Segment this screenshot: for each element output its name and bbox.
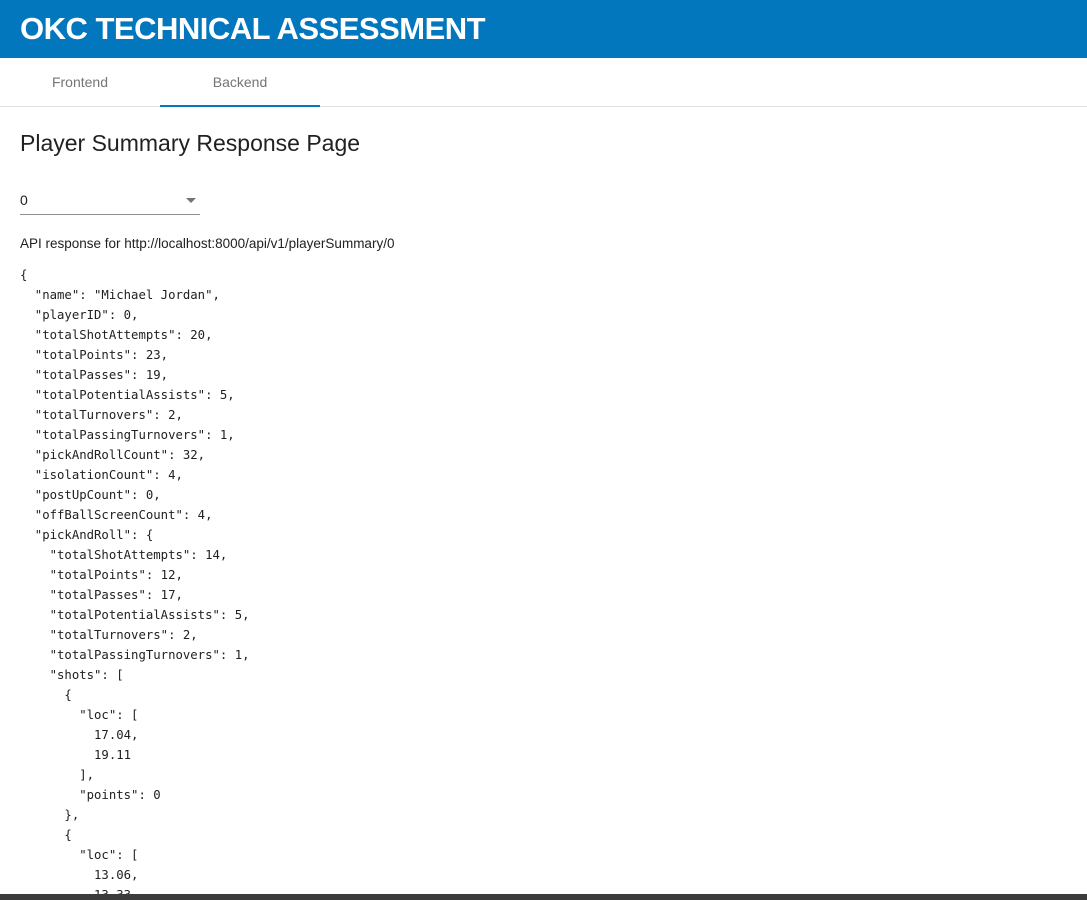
json-line: "totalPassingTurnovers": 1, <box>49 648 250 662</box>
json-line: "playerID": 0, <box>34 308 139 322</box>
json-line: "totalPasses": 17, <box>49 588 183 602</box>
json-line: "totalShotAttempts": 14, <box>49 548 228 562</box>
json-line: "isolationCount": 4, <box>34 468 183 482</box>
player-select[interactable]: 0 <box>20 187 200 215</box>
json-line: "loc": [ <box>79 848 139 862</box>
main-content: Player Summary Response Page 0 API respo… <box>0 107 1087 900</box>
bottom-bar <box>0 894 1087 900</box>
json-line: { <box>64 828 72 842</box>
json-line: "pickAndRoll": { <box>34 528 154 542</box>
json-line: "totalPotentialAssists": 5, <box>49 608 250 622</box>
json-line: "shots": [ <box>49 668 124 682</box>
json-line: "totalShotAttempts": 20, <box>34 328 213 342</box>
json-line: "offBallScreenCount": 4, <box>34 508 213 522</box>
json-line: "loc": [ <box>79 708 139 722</box>
app-header: OKC TECHNICAL ASSESSMENT <box>0 0 1087 58</box>
json-line: "totalTurnovers": 2, <box>34 408 183 422</box>
api-response-label: API response for http://localhost:8000/a… <box>20 236 395 251</box>
page-title: Player Summary Response Page <box>20 130 361 156</box>
json-line: ], <box>79 768 95 782</box>
app-title: OKC TECHNICAL ASSESSMENT <box>20 11 486 46</box>
json-line: { <box>64 688 72 702</box>
json-line: "totalPotentialAssists": 5, <box>34 388 235 402</box>
json-line: "totalPoints": 23, <box>34 348 169 362</box>
json-line: }, <box>64 808 80 822</box>
json-line: "totalPassingTurnovers": 1, <box>34 428 235 442</box>
json-line: "name": "Michael Jordan", <box>34 288 220 302</box>
tab-backend[interactable]: Backend <box>160 58 320 107</box>
json-line: "totalTurnovers": 2, <box>49 628 198 642</box>
json-line: 19.11 <box>94 748 132 762</box>
tab-bar: Frontend Backend <box>0 58 1087 107</box>
json-line: "totalPoints": 12, <box>49 568 183 582</box>
json-line: 17.04, <box>94 728 139 742</box>
json-line: "postUpCount": 0, <box>34 488 161 502</box>
json-line: 13.06, <box>94 868 139 882</box>
json-line: "totalPasses": 19, <box>34 368 169 382</box>
json-line: "pickAndRollCount": 32, <box>34 448 206 462</box>
json-line: { <box>20 268 28 282</box>
chevron-down-icon[interactable] <box>186 198 196 203</box>
json-line: "points": 0 <box>79 788 161 802</box>
tab-frontend[interactable]: Frontend <box>0 58 160 106</box>
json-response: { "name": "Michael Jordan", "playerID": … <box>20 265 1067 900</box>
player-select-value: 0 <box>20 192 28 208</box>
